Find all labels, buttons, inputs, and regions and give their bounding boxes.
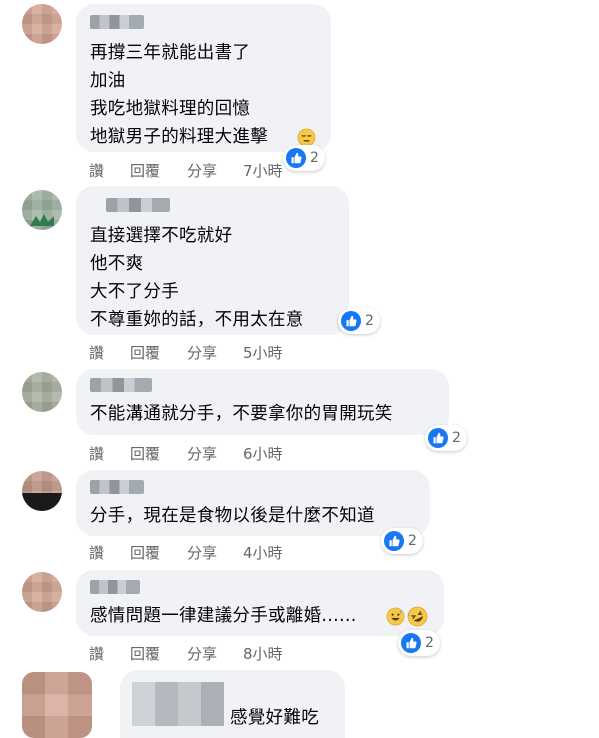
like-link[interactable]: 讚 xyxy=(89,643,104,664)
thumbs-up-icon xyxy=(428,428,448,448)
reaction-count[interactable]: 2 xyxy=(425,425,467,451)
comment-bubble: 直接選擇不吃就好 他不爽 大不了分手 不尊重妳的話，不用太在意 xyxy=(76,186,349,335)
commenter-name[interactable] xyxy=(90,580,140,594)
comment-bubble: 感覺好難吃 xyxy=(120,670,345,738)
avatar[interactable] xyxy=(22,372,62,412)
reaction-count[interactable]: 2 xyxy=(338,308,380,334)
comment-text: 不能溝通就分手，不要拿你的胃開玩笑 xyxy=(90,404,393,424)
timestamp[interactable]: 8小時 xyxy=(243,643,283,664)
like-count: 2 xyxy=(452,430,461,446)
comment-text: 他不爽 xyxy=(90,254,144,274)
share-link[interactable]: 分享 xyxy=(187,542,217,563)
comment-text: 直接選擇不吃就好 xyxy=(90,226,233,246)
comment-text: 我吃地獄料理的回憶 xyxy=(90,99,251,119)
timestamp[interactable]: 7小時 xyxy=(243,160,283,181)
like-count: 2 xyxy=(365,313,374,329)
comment-bubble: 再撐三年就能出書了 加油 我吃地獄料理的回憶 地獄男子的料理大進擊 xyxy=(76,4,331,152)
reply-link[interactable]: 回覆 xyxy=(130,160,160,181)
rofl-icon xyxy=(407,606,428,627)
timestamp[interactable]: 5小時 xyxy=(243,342,283,363)
timestamp[interactable]: 4小時 xyxy=(243,542,283,563)
comment-text: 感情問題一律建議分手或離婚...... xyxy=(90,606,357,626)
share-link[interactable]: 分享 xyxy=(187,342,217,363)
reply-link[interactable]: 回覆 xyxy=(130,643,160,664)
share-link[interactable]: 分享 xyxy=(187,643,217,664)
like-count: 2 xyxy=(425,635,434,651)
avatar[interactable] xyxy=(22,471,62,511)
avatar[interactable] xyxy=(22,672,92,738)
timestamp[interactable]: 6小時 xyxy=(243,443,283,464)
comment-bubble: 不能溝通就分手，不要拿你的胃開玩笑 xyxy=(76,369,449,435)
avatar[interactable] xyxy=(22,190,62,230)
comment-text: 分手，現在是食物以後是什麼不知道 xyxy=(90,506,375,526)
commenter-name[interactable] xyxy=(106,198,170,212)
reply-link[interactable]: 回覆 xyxy=(130,342,160,363)
comment-bubble: 感情問題一律建議分手或離婚...... xyxy=(76,570,444,636)
comment-text: 再撐三年就能出書了 xyxy=(90,43,251,63)
like-link[interactable]: 讚 xyxy=(89,160,104,181)
like-link[interactable]: 讚 xyxy=(89,542,104,563)
reply-link[interactable]: 回覆 xyxy=(130,443,160,464)
reaction-count[interactable]: 2 xyxy=(381,528,423,554)
comment-text: 感覺好難吃 xyxy=(230,708,319,728)
comment-actions: 讚 回覆 分享 5小時 xyxy=(89,342,349,362)
thumbs-up-icon xyxy=(341,311,361,331)
like-count: 2 xyxy=(408,533,417,549)
comment-actions: 讚 回覆 分享 8小時 xyxy=(89,643,349,663)
grinning-sweat-icon xyxy=(386,607,405,626)
comment-text: 不尊重妳的話，不用太在意 xyxy=(90,310,304,330)
avatar[interactable] xyxy=(22,4,62,44)
like-link[interactable]: 讚 xyxy=(89,342,104,363)
commenter-name[interactable] xyxy=(90,480,144,494)
share-link[interactable]: 分享 xyxy=(187,443,217,464)
commenter-name[interactable] xyxy=(90,15,144,29)
comment-text: 加油 xyxy=(90,71,126,91)
reply-link[interactable]: 回覆 xyxy=(130,542,160,563)
thumbs-up-icon xyxy=(401,633,421,653)
comment-text: 地獄男子的料理大進擊 xyxy=(90,127,268,147)
comment-text: 大不了分手 xyxy=(90,282,179,302)
thumbs-up-icon xyxy=(384,531,404,551)
commenter-name[interactable] xyxy=(90,378,152,392)
like-link[interactable]: 讚 xyxy=(89,443,104,464)
comment-actions: 讚 回覆 分享 7小時 xyxy=(89,160,349,180)
comment-actions: 讚 回覆 分享 4小時 xyxy=(89,542,349,562)
commenter-name[interactable] xyxy=(132,682,224,726)
comment-bubble: 分手，現在是食物以後是什麼不知道 xyxy=(76,470,430,536)
reaction-count[interactable]: 2 xyxy=(398,630,440,656)
comment-actions: 讚 回覆 分享 6小時 xyxy=(89,443,349,463)
share-link[interactable]: 分享 xyxy=(187,160,217,181)
avatar[interactable] xyxy=(22,572,62,612)
